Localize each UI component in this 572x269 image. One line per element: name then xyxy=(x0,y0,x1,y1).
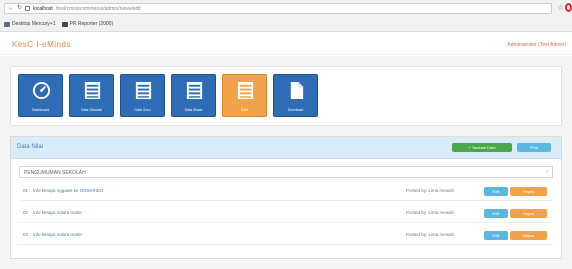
edit-button[interactable]: Edit xyxy=(484,231,508,240)
row-title-link[interactable]: Info kerapa nalora mater xyxy=(33,232,82,237)
browser-menu-icon[interactable] xyxy=(565,3,572,12)
file-icon xyxy=(290,81,304,100)
delete-button[interactable]: Hapus xyxy=(510,231,547,240)
list-icon xyxy=(237,81,254,100)
bookmark-label: Desktop Mercury+1 xyxy=(12,21,56,27)
table-row: 03 Info kerapa nalora mater Posted by: L… xyxy=(19,225,553,245)
edit-button[interactable]: Edit xyxy=(484,209,508,218)
row-status: Posted by: Lima mewah xyxy=(406,188,455,193)
filter-label: PENGUMUMAN SEKOLAH xyxy=(24,170,86,176)
bookmark-label: PR Reporter (2000) xyxy=(69,21,114,27)
print-button[interactable]: Print xyxy=(517,143,551,152)
brand-logo[interactable]: KesC I-eMinds xyxy=(12,40,71,49)
tile-label: Data xyxy=(240,108,249,112)
chevron-right-icon: › xyxy=(546,169,548,175)
row-title-link[interactable]: Info kerapa nggawe ke ONSKRIEN xyxy=(33,188,103,193)
bookmarks-bar: Desktop Mercury+1 PR Reporter (2000) xyxy=(4,19,113,29)
url-host: localhost xyxy=(33,5,53,12)
tile-label: Dashboard xyxy=(31,108,50,112)
tile-dashboard[interactable]: Dashboard xyxy=(18,74,63,117)
page-info-icon[interactable] xyxy=(25,6,31,11)
table-row: 01 Info kerapa nggawe ke ONSKRIEN Posted… xyxy=(19,181,553,201)
tile-data-siswa[interactable]: Data Siswa xyxy=(171,74,216,117)
browser-chrome: ← ↻ localhost /test/cms/ecommerce/admin/… xyxy=(0,0,572,32)
tile-label: Download xyxy=(287,108,304,112)
list-icon xyxy=(84,81,101,100)
row-number: 01 xyxy=(23,188,29,193)
user-menu-link[interactable]: Administrator (Test Admin) xyxy=(507,42,566,48)
row-title-link[interactable]: Info kerapa nalora mater xyxy=(33,210,82,215)
row-number: 02 xyxy=(23,210,29,215)
delete-button[interactable]: Hapus xyxy=(510,209,547,218)
app-header: KesC I-eMinds Administrator (Test Admin) xyxy=(0,33,572,55)
tile-label: Data Sekolah xyxy=(80,108,102,112)
data-panel: Data Nilai + Tambah Data Print PENGUMUMA… xyxy=(10,136,562,259)
tile-data-guru[interactable]: Data Guru xyxy=(120,74,165,117)
table-row: 02 Info kerapa nalora mater Posted by: L… xyxy=(19,203,553,223)
tile-download[interactable]: Download xyxy=(273,74,318,117)
address-bar[interactable]: ← ↻ localhost /test/cms/ecommerce/admin/… xyxy=(4,3,552,14)
url-path: /test/cms/ecommerce/admin/news/edit xyxy=(55,5,141,12)
delete-button[interactable]: Hapus xyxy=(510,187,547,196)
list-icon xyxy=(135,81,152,100)
tile-label: Data Siswa xyxy=(184,108,203,112)
list-icon xyxy=(186,81,203,100)
apps-icon xyxy=(4,21,10,27)
row-number: 03 xyxy=(23,232,29,237)
add-data-button[interactable]: + Tambah Data xyxy=(452,143,512,152)
bookmark-item[interactable]: PR Reporter (2000) xyxy=(61,21,114,27)
tile-data[interactable]: Data xyxy=(222,74,267,117)
bookmark-star-icon[interactable]: ☆ xyxy=(557,3,564,12)
row-status: Posted by: Lima mewah xyxy=(406,232,455,237)
row-status: Posted by: Lima mewah xyxy=(406,210,455,215)
shortcut-tiles-panel: Dashboard Data Sekolah Data Guru Data Si… xyxy=(10,66,562,126)
category-filter[interactable]: PENGUMUMAN SEKOLAH › xyxy=(19,166,553,178)
panel-title: Data Nilai xyxy=(17,144,44,150)
panel-header: Data Nilai + Tambah Data Print xyxy=(11,137,561,159)
reload-icon[interactable]: ↻ xyxy=(17,4,22,13)
tile-label: Data Guru xyxy=(134,108,151,112)
edit-button[interactable]: Edit xyxy=(484,187,508,196)
bookmark-icon xyxy=(61,21,68,27)
dashboard-icon xyxy=(32,81,51,100)
back-icon[interactable]: ← xyxy=(8,4,14,13)
tile-data-sekolah[interactable]: Data Sekolah xyxy=(69,74,114,117)
bookmark-item[interactable]: Desktop Mercury+1 xyxy=(4,21,56,27)
main-content: Dashboard Data Sekolah Data Guru Data Si… xyxy=(0,56,572,269)
